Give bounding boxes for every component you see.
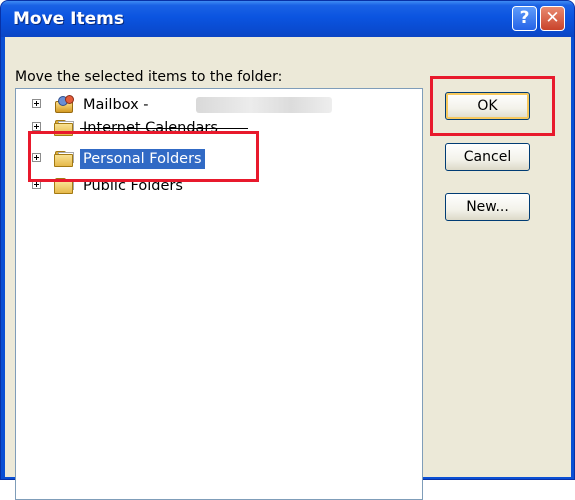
expand-icon[interactable]: [32, 99, 41, 108]
ok-button[interactable]: OK: [445, 92, 530, 120]
tree-node-personal-folders[interactable]: Personal Folders: [16, 148, 416, 170]
mailbox-icon: [52, 95, 76, 115]
tree-node-label[interactable]: Personal Folders: [80, 149, 205, 169]
expand-icon[interactable]: [32, 153, 41, 162]
dialog-body: Move the selected items to the folder: M…: [5, 37, 571, 500]
help-button[interactable]: ?: [512, 6, 537, 31]
expand-icon[interactable]: [32, 122, 41, 131]
close-button[interactable]: ✕: [540, 6, 565, 31]
tree-node-public-folders[interactable]: Public Folders: [16, 175, 416, 197]
folder-prompt-label: Move the selected items to the folder:: [15, 69, 283, 85]
strikethrough-line: [80, 179, 188, 180]
new-folder-button[interactable]: New...: [445, 193, 530, 221]
folder-icon: [52, 118, 76, 138]
cancel-button[interactable]: Cancel: [445, 143, 530, 171]
folder-icon: [52, 149, 76, 169]
expand-icon[interactable]: [32, 180, 41, 189]
move-items-dialog: Move Items ? ✕ Move the selected items t…: [0, 0, 575, 500]
tree-node-mailbox[interactable]: Mailbox -: [16, 94, 416, 116]
title-bar[interactable]: Move Items ? ✕: [1, 1, 574, 37]
strikethrough-line: [80, 128, 248, 129]
dialog-title: Move Items: [13, 9, 124, 29]
redacted-account-name: [196, 97, 332, 113]
tree-node-internet-calendars[interactable]: Internet Calendars: [16, 117, 416, 139]
folder-icon: [52, 176, 76, 196]
folder-tree[interactable]: Mailbox - Internet Calendars Personal Fo…: [15, 88, 423, 500]
tree-node-label[interactable]: Mailbox -: [80, 95, 152, 115]
